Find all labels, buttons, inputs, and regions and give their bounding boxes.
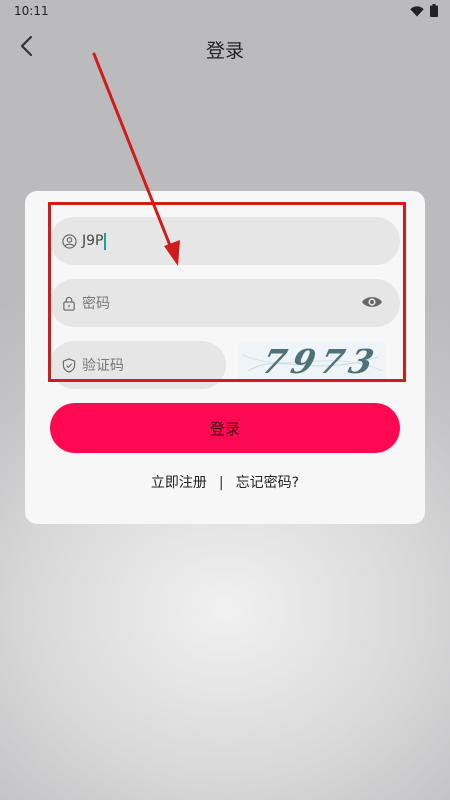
captcha-input[interactable]: 验证码 bbox=[82, 341, 124, 389]
password-input[interactable]: 密码 bbox=[82, 279, 110, 327]
captcha-field[interactable]: 验证码 bbox=[50, 341, 226, 389]
username-value: J9P bbox=[82, 233, 104, 249]
password-field[interactable]: 密码 bbox=[50, 279, 400, 327]
shield-icon bbox=[61, 357, 77, 373]
password-placeholder: 密码 bbox=[82, 296, 110, 312]
text-caret bbox=[104, 232, 107, 250]
username-field[interactable]: J9P bbox=[50, 217, 400, 265]
forgot-password-link[interactable]: 忘记密码? bbox=[236, 472, 299, 492]
wifi-icon bbox=[410, 2, 424, 21]
link-separator: | bbox=[218, 475, 224, 491]
username-input[interactable]: J9P bbox=[82, 217, 107, 265]
user-circle-icon bbox=[61, 233, 77, 249]
captcha-code: 7973 bbox=[258, 342, 384, 381]
captcha-image[interactable]: 7973 bbox=[238, 341, 386, 383]
login-card: J9P 密码 验证码 7973 登录 立即注册 | 忘记密码? bbox=[25, 191, 425, 524]
status-time: 10:11 bbox=[14, 4, 49, 18]
top-app-bar: 登录 bbox=[0, 26, 450, 70]
register-link[interactable]: 立即注册 bbox=[151, 472, 207, 492]
login-button[interactable]: 登录 bbox=[50, 403, 400, 453]
status-icons bbox=[410, 2, 438, 21]
password-visibility-toggle[interactable] bbox=[360, 294, 384, 312]
captcha-placeholder: 验证码 bbox=[82, 358, 124, 374]
eye-icon bbox=[361, 294, 383, 313]
status-bar: 10:11 bbox=[0, 0, 450, 22]
lock-icon bbox=[61, 295, 77, 311]
page-title: 登录 bbox=[205, 40, 244, 62]
auth-links: 立即注册 | 忘记密码? bbox=[25, 472, 425, 492]
battery-icon bbox=[430, 2, 438, 21]
